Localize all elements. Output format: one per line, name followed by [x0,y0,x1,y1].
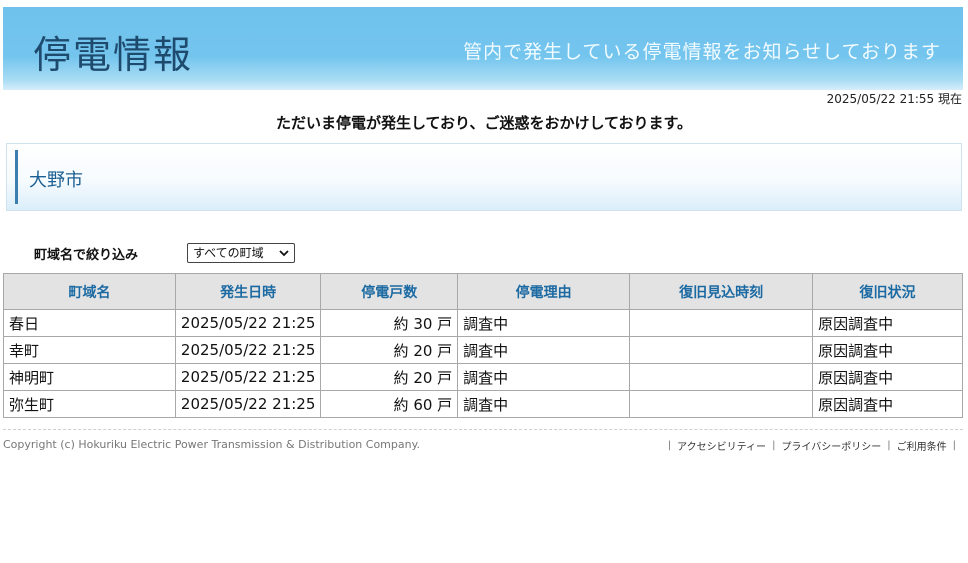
copyright-text: Copyright (c) Hokuriku Electric Power Tr… [3,438,421,451]
cell-datetime: 2025/05/22 21:25 [174,336,322,364]
update-timestamp: 2025/05/22 21:55 現在 [826,92,962,106]
cell-eta [629,363,814,391]
filter-label: 町域名で絞り込み [34,248,139,263]
cell-status: 原因調査中 [812,336,963,364]
page-header: 停電情報 管内で発生している停電情報をお知らせしております [3,7,963,90]
column-header-datetime: 発生日時 [174,273,322,310]
table-row: 神明町 2025/05/22 21:25 約 20 戸 調査中 原因調査中 [3,363,963,391]
column-header-eta: 復旧見込時刻 [629,273,814,310]
cell-count: 約 20 戸 [320,363,459,391]
table-row: 春日 2025/05/22 21:25 約 30 戸 調査中 原因調査中 [3,309,963,337]
town-filter-value: すべての町域 [193,246,264,260]
column-header-status: 復旧状況 [812,273,963,310]
column-header-count: 停電戸数 [320,273,459,310]
footer-links: | アクセシビリティー | プライバシーポリシー | ご利用条件 | [667,438,956,453]
table-header-row: 町域名 発生日時 停電戸数 停電理由 復旧見込時刻 復旧状況 [3,273,963,310]
cell-datetime: 2025/05/22 21:25 [174,309,322,337]
cell-count: 約 20 戸 [320,336,459,364]
table-row: 幸町 2025/05/22 21:25 約 20 戸 調査中 原因調査中 [3,336,963,364]
cell-status: 原因調査中 [812,363,963,391]
cell-town: 幸町 [3,336,176,364]
cell-datetime: 2025/05/22 21:25 [174,390,322,418]
cell-town: 神明町 [3,363,176,391]
cell-datetime: 2025/05/22 21:25 [174,363,322,391]
cell-town: 弥生町 [3,390,176,418]
town-filter-select[interactable]: すべての町域 [187,243,295,263]
privacy-policy-link[interactable]: プライバシーポリシー [781,438,881,453]
table-row: 弥生町 2025/05/22 21:25 約 60 戸 調査中 原因調査中 [3,390,963,418]
column-header-town: 町域名 [3,273,176,310]
outage-table: 町域名 発生日時 停電戸数 停電理由 復旧見込時刻 復旧状況 春日 2025/0… [3,273,963,418]
terms-of-use-link[interactable]: ご利用条件 [897,438,947,453]
city-accent-bar [15,150,18,204]
cell-count: 約 30 戸 [320,309,459,337]
accessibility-link[interactable]: アクセシビリティー [677,438,766,453]
cell-status: 原因調査中 [812,390,963,418]
cell-eta [629,309,814,337]
page-title: 停電情報 [33,33,194,77]
cell-eta [629,336,814,364]
cell-reason: 調査中 [457,390,631,418]
cell-reason: 調査中 [457,309,631,337]
outage-notice: ただいま停電が発生しており、ご迷惑をおかけしております。 [275,114,693,132]
cell-reason: 調査中 [457,336,631,364]
cell-count: 約 60 戸 [320,390,459,418]
city-name: 大野市 [29,170,83,191]
cell-reason: 調査中 [457,363,631,391]
cell-town: 春日 [3,309,176,337]
city-panel: 大野市 [6,143,962,211]
footer-divider [3,429,963,430]
header-subtitle: 管内で発生している停電情報をお知らせしております [463,41,941,63]
cell-status: 原因調査中 [812,309,963,337]
cell-eta [629,390,814,418]
chevron-down-icon [279,250,289,257]
column-header-reason: 停電理由 [457,273,631,310]
